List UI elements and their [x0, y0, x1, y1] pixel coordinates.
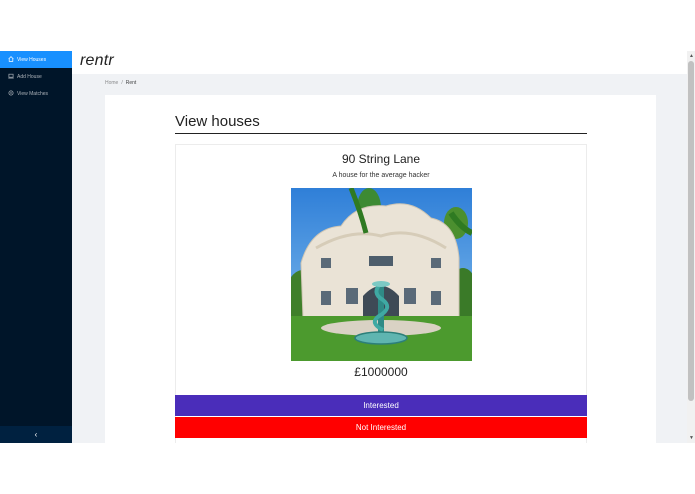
sidebar-item-add-house[interactable]: Add House: [0, 68, 72, 85]
chevron-left-icon: ‹: [34, 430, 38, 439]
app-logo[interactable]: rentr: [80, 52, 114, 70]
page-scrollbar[interactable]: ▲ ▼: [687, 51, 695, 443]
header: rentr: [72, 51, 687, 74]
sidebar: View Houses Add House View Matches ‹: [0, 51, 72, 443]
breadcrumb-separator: /: [121, 80, 123, 86]
not-interested-button[interactable]: Not Interested: [175, 417, 587, 438]
breadcrumb-home[interactable]: Home: [105, 80, 118, 86]
breadcrumb-current: Rent: [125, 80, 137, 86]
breadcrumb: Home / Rent: [105, 80, 136, 86]
scrollbar-thumb[interactable]: [688, 61, 694, 401]
house-name: 90 String Lane: [341, 152, 421, 166]
scroll-up-icon[interactable]: ▲: [689, 53, 694, 59]
house-photo: [291, 188, 472, 361]
sidebar-item-label: Add House: [17, 73, 42, 80]
content-panel: View houses 90 String Lane A house for t…: [105, 95, 656, 443]
sidebar-collapse-button[interactable]: ‹: [0, 426, 72, 443]
app-viewport: View Houses Add House View Matches ‹ ren…: [0, 51, 695, 443]
sidebar-item-view-matches[interactable]: View Matches: [0, 85, 72, 102]
sidebar-item-label: View Matches: [17, 90, 49, 97]
sidebar-item-label: View Houses: [17, 56, 47, 63]
interested-button[interactable]: Interested: [175, 395, 587, 416]
home-icon: [8, 55, 14, 64]
scroll-down-icon[interactable]: ▼: [689, 435, 694, 441]
house-price: £1000000: [354, 365, 408, 379]
title-divider: [175, 133, 587, 134]
laptop-icon: [8, 73, 14, 81]
settings-icon: [8, 90, 14, 98]
page-title: View houses: [175, 113, 260, 130]
sidebar-item-view-houses[interactable]: View Houses: [0, 51, 72, 68]
house-description: A house for the average hacker: [332, 172, 430, 179]
house-card: 90 String Lane A house for the average h…: [175, 144, 587, 443]
